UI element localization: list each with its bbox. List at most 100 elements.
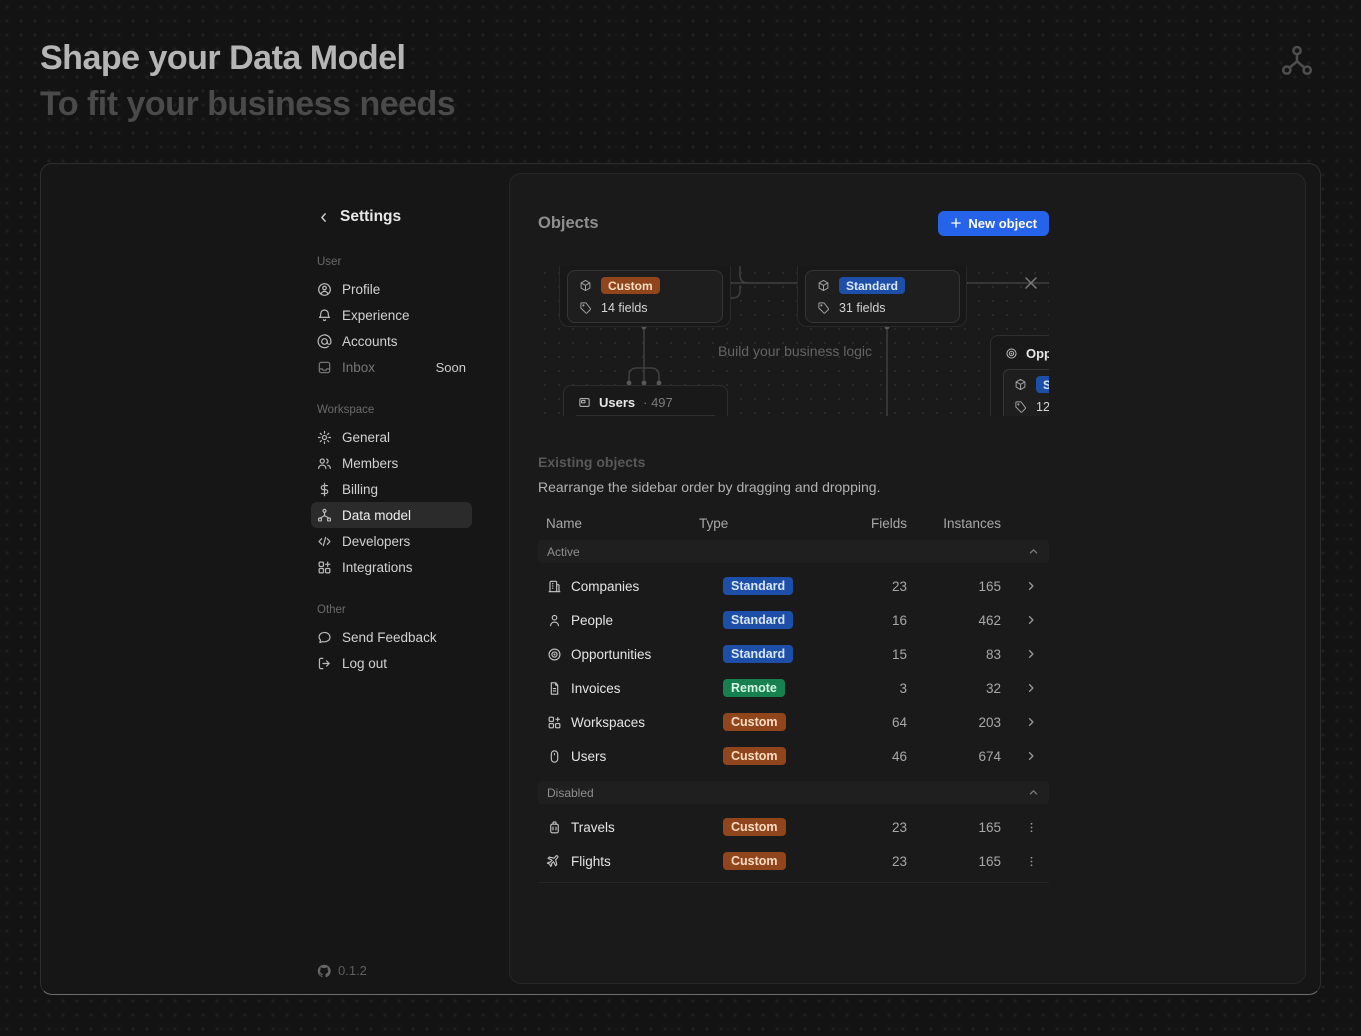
new-object-button[interactable]: New object <box>938 211 1049 236</box>
code-icon <box>317 534 332 549</box>
row-open-button[interactable] <box>1013 614 1049 626</box>
canvas-node-standard[interactable]: Standard 31 fields <box>805 270 960 323</box>
fields-value: 64 <box>849 715 913 730</box>
version-number: 0.1.2 <box>338 963 367 978</box>
sidebar-item-label: Members <box>342 456 398 471</box>
apps-icon <box>547 715 562 730</box>
type-badge: Standard <box>839 277 905 294</box>
row-menu-button[interactable] <box>1013 855 1049 868</box>
type-badge: Remote <box>723 679 785 697</box>
sidebar-item-send-feedback[interactable]: Send Feedback <box>311 624 472 650</box>
sidebar-item-log-out[interactable]: Log out <box>311 650 472 676</box>
table-row-companies[interactable]: Companies Standard 23 165 <box>538 569 1049 603</box>
users-icon <box>317 456 332 471</box>
row-name: People <box>571 613 613 628</box>
section-header-active[interactable]: Active <box>538 540 1049 563</box>
column-header-instances: Instances <box>913 516 1013 531</box>
at-sign-icon <box>317 334 332 349</box>
sidebar-item-label: Log out <box>342 656 387 671</box>
sidebar-item-profile[interactable]: Profile <box>311 276 472 302</box>
page-subtitle: To fit your business needs <box>40 82 455 128</box>
sidebar-item-general[interactable]: General <box>311 424 472 450</box>
building-icon <box>547 579 562 594</box>
sidebar-item-members[interactable]: Members <box>311 450 472 476</box>
sidebar-item-label: Developers <box>342 534 410 549</box>
sidebar-item-billing[interactable]: Billing <box>311 476 472 502</box>
section-label: Disabled <box>547 786 594 800</box>
canvas-node-custom[interactable]: Custom 14 fields <box>567 270 723 323</box>
table-row-flights[interactable]: Flights Custom 23 165 <box>538 844 1049 878</box>
tag-icon <box>1014 400 1027 413</box>
row-open-button[interactable] <box>1013 716 1049 728</box>
type-badge: Custom <box>601 277 660 294</box>
canvas-node-users[interactable]: Users · 497 <box>563 385 728 416</box>
new-object-label: New object <box>968 216 1037 231</box>
instances-value: 165 <box>913 820 1013 835</box>
tag-icon <box>579 301 592 314</box>
close-icon[interactable] <box>1026 278 1036 288</box>
file-icon <box>547 681 562 696</box>
chevron-right-icon <box>1025 648 1037 660</box>
type-badge: Custom <box>723 713 786 731</box>
fields-value: 23 <box>849 820 913 835</box>
row-menu-button[interactable] <box>1013 821 1049 834</box>
canvas-hint-text: Build your business logic <box>718 343 872 359</box>
section-label-user: User <box>311 256 472 268</box>
sidebar-item-experience[interactable]: Experience <box>311 302 472 328</box>
row-name: Invoices <box>571 681 621 696</box>
table-row-users[interactable]: Users Custom 46 674 <box>538 739 1049 773</box>
table-row-people[interactable]: People Standard 16 462 <box>538 603 1049 637</box>
column-header-fields: Fields <box>849 516 913 531</box>
sidebar-item-label: Accounts <box>342 334 398 349</box>
app-version[interactable]: 0.1.2 <box>311 963 373 978</box>
section-label: Active <box>547 545 580 559</box>
data-model-canvas[interactable]: Custom 14 fields Standard <box>538 266 1049 416</box>
bell-icon <box>317 308 332 323</box>
canvas-node-opportunities[interactable]: Opportunities Standard 12 fields <box>990 335 1049 416</box>
sidebar-item-inbox[interactable]: Inbox Soon <box>311 354 472 380</box>
node-field-preview <box>572 415 719 416</box>
instances-value: 203 <box>913 715 1013 730</box>
plane-icon <box>547 854 562 869</box>
plus-icon <box>950 217 962 229</box>
section-header-disabled[interactable]: Disabled <box>538 781 1049 804</box>
dots-vertical-icon <box>1025 821 1038 834</box>
row-open-button[interactable] <box>1013 682 1049 694</box>
instances-value: 32 <box>913 681 1013 696</box>
section-label-workspace: Workspace <box>311 404 472 416</box>
column-header-type: Type <box>699 516 849 531</box>
sidebar-item-developers[interactable]: Developers <box>311 528 472 554</box>
row-open-button[interactable] <box>1013 648 1049 660</box>
disabled-rows: Travels Custom 23 165 Flights Custom 23 … <box>538 810 1049 878</box>
type-badge: Custom <box>723 852 786 870</box>
chevron-right-icon <box>1025 716 1037 728</box>
app-screen: Shape your Data Model To fit your busine… <box>0 0 1361 1036</box>
sidebar-item-label: Send Feedback <box>342 630 437 645</box>
row-open-button[interactable] <box>1013 580 1049 592</box>
row-open-button[interactable] <box>1013 750 1049 762</box>
sidebar-item-integrations[interactable]: Integrations <box>311 554 472 580</box>
github-icon <box>317 964 331 978</box>
sidebar-item-accounts[interactable]: Accounts <box>311 328 472 354</box>
fields-count: 31 fields <box>839 301 886 315</box>
settings-back-button[interactable]: Settings <box>311 208 472 226</box>
row-name: Users <box>571 749 606 764</box>
chevron-right-icon <box>1025 750 1037 762</box>
sidebar-item-label: Inbox <box>342 360 375 375</box>
user-circle-icon <box>317 282 332 297</box>
instances-value: 165 <box>913 854 1013 869</box>
chevron-up-icon <box>1028 787 1039 798</box>
chevron-left-icon <box>317 211 330 224</box>
table-row-workspaces[interactable]: Workspaces Custom 64 203 <box>538 705 1049 739</box>
settings-window: Settings User Profile Experience Account… <box>40 163 1321 995</box>
table-row-invoices[interactable]: Invoices Remote 3 32 <box>538 671 1049 705</box>
content-title: Objects <box>538 214 599 233</box>
person-icon <box>547 613 562 628</box>
table-row-opportunities[interactable]: Opportunities Standard 15 83 <box>538 637 1049 671</box>
hierarchy-icon <box>1280 44 1314 78</box>
sidebar-item-label: Data model <box>342 508 411 523</box>
sidebar-item-label: Billing <box>342 482 378 497</box>
sidebar-item-data-model[interactable]: Data model <box>311 502 472 528</box>
soon-badge: Soon <box>436 360 466 375</box>
table-row-travels[interactable]: Travels Custom 23 165 <box>538 810 1049 844</box>
